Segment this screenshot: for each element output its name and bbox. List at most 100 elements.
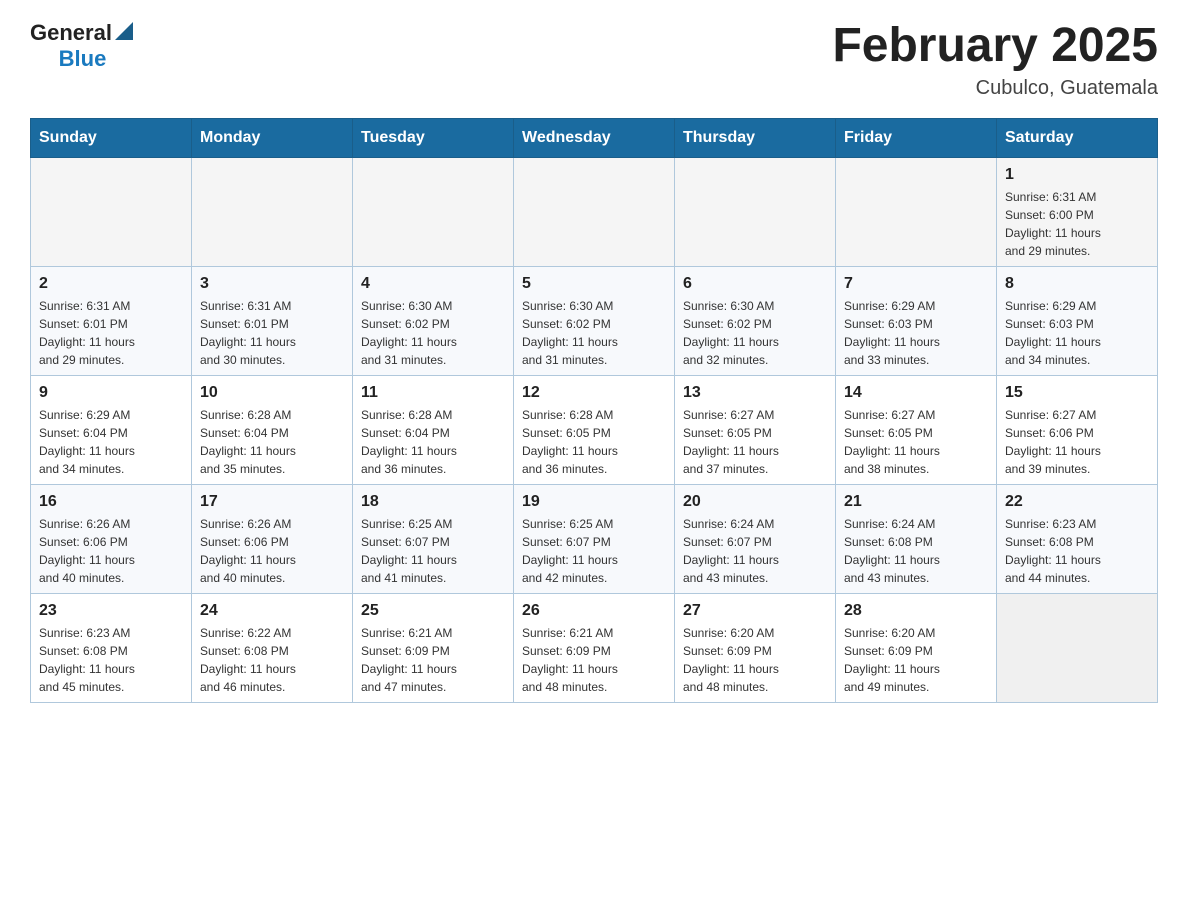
day-number: 16 xyxy=(39,493,183,511)
day-number: 17 xyxy=(200,493,344,511)
day-number: 9 xyxy=(39,384,183,402)
calendar-day-cell: 18Sunrise: 6:25 AM Sunset: 6:07 PM Dayli… xyxy=(353,484,514,593)
calendar-header-friday: Friday xyxy=(836,118,997,157)
day-info: Sunrise: 6:27 AM Sunset: 6:05 PM Dayligh… xyxy=(683,406,827,478)
calendar-day-cell: 22 Sunrise: 6:23 AM Sunset: 6:08 PM Dayli… xyxy=(997,484,1158,593)
day-info: Sunrise: 6:22 AM Sunset: 6:08 PM Dayligh… xyxy=(200,624,344,696)
calendar-day-cell: 12 Sunrise: 6:28 AM Sunset: 6:05 PM Dayli… xyxy=(514,375,675,484)
calendar-day-cell: 9 Sunrise: 6:29 AM Sunset: 6:04 PM Daylig… xyxy=(31,375,192,484)
calendar-day-cell: 8 Sunrise: 6:29 AM Sunset: 6:03 PM Daylig… xyxy=(997,266,1158,375)
calendar-day-cell: 28 Sunrise: 6:20 AM Sunset: 6:09 PM Dayli… xyxy=(836,593,997,702)
day-number: 23 xyxy=(39,602,183,620)
calendar-day-cell xyxy=(997,593,1158,702)
day-info: Sunrise: 6:30 AM Sunset: 6:02 PM Dayligh… xyxy=(522,297,666,369)
calendar-day-cell: 1Sunrise: 6:31 AM Sunset: 6:00 PM Daylig… xyxy=(997,157,1158,266)
calendar-day-cell xyxy=(836,157,997,266)
day-number: 12 xyxy=(522,384,666,402)
logo-blue-text: Blue xyxy=(59,46,107,72)
day-number: 3 xyxy=(200,275,344,293)
day-number: 2 xyxy=(39,275,183,293)
calendar-day-cell: 13 Sunrise: 6:27 AM Sunset: 6:05 PM Dayli… xyxy=(675,375,836,484)
calendar-day-cell: 21Sunrise: 6:24 AM Sunset: 6:08 PM Dayli… xyxy=(836,484,997,593)
day-number: 10 xyxy=(200,384,344,402)
day-info: Sunrise: 6:25 AM Sunset: 6:07 PM Dayligh… xyxy=(522,515,666,587)
calendar-week-row: 1Sunrise: 6:31 AM Sunset: 6:00 PM Daylig… xyxy=(31,157,1158,266)
day-info: Sunrise: 6:29 AM Sunset: 6:03 PM Dayligh… xyxy=(844,297,988,369)
calendar-header-thursday: Thursday xyxy=(675,118,836,157)
day-info: Sunrise: 6:23 AM Sunset: 6:08 PM Dayligh… xyxy=(1005,515,1149,587)
day-number: 26 xyxy=(522,602,666,620)
day-info: Sunrise: 6:27 AM Sunset: 6:05 PM Dayligh… xyxy=(844,406,988,478)
calendar-day-cell: 6Sunrise: 6:30 AM Sunset: 6:02 PM Daylig… xyxy=(675,266,836,375)
calendar-header-sunday: Sunday xyxy=(31,118,192,157)
day-info: Sunrise: 6:28 AM Sunset: 6:05 PM Dayligh… xyxy=(522,406,666,478)
day-info: Sunrise: 6:23 AM Sunset: 6:08 PM Dayligh… xyxy=(39,624,183,696)
day-number: 4 xyxy=(361,275,505,293)
day-number: 13 xyxy=(683,384,827,402)
day-number: 7 xyxy=(844,275,988,293)
calendar-day-cell: 26Sunrise: 6:21 AM Sunset: 6:09 PM Dayli… xyxy=(514,593,675,702)
calendar-week-row: 2 Sunrise: 6:31 AM Sunset: 6:01 PM Daylig… xyxy=(31,266,1158,375)
day-info: Sunrise: 6:30 AM Sunset: 6:02 PM Dayligh… xyxy=(683,297,827,369)
month-title: February 2025 xyxy=(832,20,1158,73)
title-block: February 2025 Cubulco, Guatemala xyxy=(832,20,1158,100)
day-info: Sunrise: 6:21 AM Sunset: 6:09 PM Dayligh… xyxy=(361,624,505,696)
logo-general-text: General xyxy=(30,20,112,46)
day-info: Sunrise: 6:28 AM Sunset: 6:04 PM Dayligh… xyxy=(200,406,344,478)
calendar-header-monday: Monday xyxy=(192,118,353,157)
day-info: Sunrise: 6:28 AM Sunset: 6:04 PM Dayligh… xyxy=(361,406,505,478)
calendar-day-cell: 14 Sunrise: 6:27 AM Sunset: 6:05 PM Dayli… xyxy=(836,375,997,484)
calendar-day-cell xyxy=(514,157,675,266)
day-info: Sunrise: 6:31 AM Sunset: 6:01 PM Dayligh… xyxy=(39,297,183,369)
calendar-day-cell: 10 Sunrise: 6:28 AM Sunset: 6:04 PM Dayli… xyxy=(192,375,353,484)
day-number: 22 xyxy=(1005,493,1149,511)
day-number: 19 xyxy=(522,493,666,511)
day-number: 28 xyxy=(844,602,988,620)
calendar-day-cell: 17 Sunrise: 6:26 AM Sunset: 6:06 PM Dayli… xyxy=(192,484,353,593)
calendar-day-cell: 27 Sunrise: 6:20 AM Sunset: 6:09 PM Dayli… xyxy=(675,593,836,702)
calendar-day-cell: 15Sunrise: 6:27 AM Sunset: 6:06 PM Dayli… xyxy=(997,375,1158,484)
day-info: Sunrise: 6:30 AM Sunset: 6:02 PM Dayligh… xyxy=(361,297,505,369)
day-info: Sunrise: 6:27 AM Sunset: 6:06 PM Dayligh… xyxy=(1005,406,1149,478)
calendar-week-row: 16 Sunrise: 6:26 AM Sunset: 6:06 PM Dayli… xyxy=(31,484,1158,593)
day-number: 5 xyxy=(522,275,666,293)
calendar-week-row: 9 Sunrise: 6:29 AM Sunset: 6:04 PM Daylig… xyxy=(31,375,1158,484)
day-info: Sunrise: 6:26 AM Sunset: 6:06 PM Dayligh… xyxy=(39,515,183,587)
calendar-day-cell: 4 Sunrise: 6:30 AM Sunset: 6:02 PM Daylig… xyxy=(353,266,514,375)
day-number: 27 xyxy=(683,602,827,620)
day-info: Sunrise: 6:24 AM Sunset: 6:07 PM Dayligh… xyxy=(683,515,827,587)
day-number: 1 xyxy=(1005,166,1149,184)
location: Cubulco, Guatemala xyxy=(832,77,1158,100)
logo: General Blue xyxy=(30,20,133,72)
calendar-day-cell xyxy=(353,157,514,266)
day-number: 8 xyxy=(1005,275,1149,293)
calendar-header-row: SundayMondayTuesdayWednesdayThursdayFrid… xyxy=(31,118,1158,157)
calendar-day-cell: 7 Sunrise: 6:29 AM Sunset: 6:03 PM Daylig… xyxy=(836,266,997,375)
calendar-day-cell xyxy=(31,157,192,266)
calendar-day-cell: 20 Sunrise: 6:24 AM Sunset: 6:07 PM Dayli… xyxy=(675,484,836,593)
calendar-week-row: 23 Sunrise: 6:23 AM Sunset: 6:08 PM Dayli… xyxy=(31,593,1158,702)
calendar-day-cell: 19 Sunrise: 6:25 AM Sunset: 6:07 PM Dayli… xyxy=(514,484,675,593)
day-info: Sunrise: 6:25 AM Sunset: 6:07 PM Dayligh… xyxy=(361,515,505,587)
day-info: Sunrise: 6:29 AM Sunset: 6:03 PM Dayligh… xyxy=(1005,297,1149,369)
day-number: 20 xyxy=(683,493,827,511)
day-number: 11 xyxy=(361,384,505,402)
calendar-header-saturday: Saturday xyxy=(997,118,1158,157)
calendar: SundayMondayTuesdayWednesdayThursdayFrid… xyxy=(30,118,1158,703)
calendar-day-cell: 11 Sunrise: 6:28 AM Sunset: 6:04 PM Dayli… xyxy=(353,375,514,484)
day-number: 14 xyxy=(844,384,988,402)
day-info: Sunrise: 6:26 AM Sunset: 6:06 PM Dayligh… xyxy=(200,515,344,587)
calendar-day-cell: 3 Sunrise: 6:31 AM Sunset: 6:01 PM Daylig… xyxy=(192,266,353,375)
day-number: 24 xyxy=(200,602,344,620)
day-info: Sunrise: 6:31 AM Sunset: 6:01 PM Dayligh… xyxy=(200,297,344,369)
calendar-day-cell xyxy=(675,157,836,266)
calendar-day-cell: 23 Sunrise: 6:23 AM Sunset: 6:08 PM Dayli… xyxy=(31,593,192,702)
day-info: Sunrise: 6:29 AM Sunset: 6:04 PM Dayligh… xyxy=(39,406,183,478)
calendar-header-tuesday: Tuesday xyxy=(353,118,514,157)
calendar-day-cell: 24 Sunrise: 6:22 AM Sunset: 6:08 PM Dayli… xyxy=(192,593,353,702)
header: General Blue February 2025 Cubulco, Guat… xyxy=(30,20,1158,100)
day-info: Sunrise: 6:20 AM Sunset: 6:09 PM Dayligh… xyxy=(683,624,827,696)
calendar-day-cell xyxy=(192,157,353,266)
day-info: Sunrise: 6:20 AM Sunset: 6:09 PM Dayligh… xyxy=(844,624,988,696)
day-number: 25 xyxy=(361,602,505,620)
